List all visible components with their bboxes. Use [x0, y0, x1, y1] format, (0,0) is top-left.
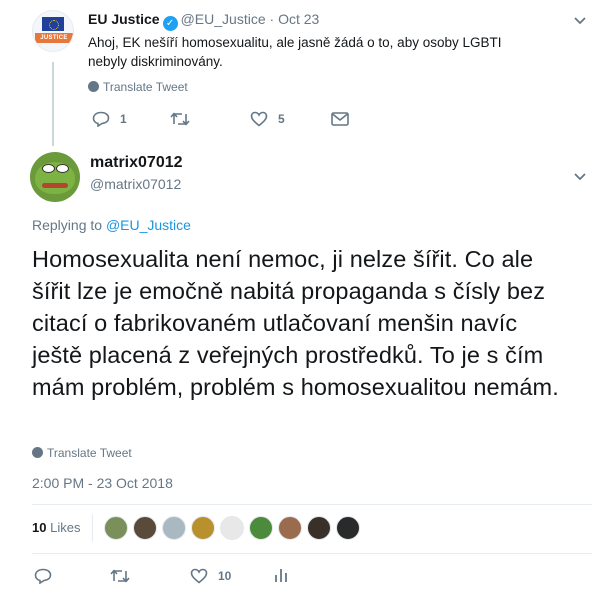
likes-summary[interactable]: 10 Likes: [32, 520, 80, 535]
main-author-name[interactable]: matrix07012: [90, 154, 183, 172]
eu-justice-avatar[interactable]: JUSTICE: [32, 10, 74, 52]
divider: [32, 504, 592, 505]
replying-to: Replying to @EU_Justice: [32, 217, 191, 233]
liker-avatar[interactable]: [162, 516, 186, 540]
thread-connector-line: [52, 62, 54, 146]
main-tweet-text: Homosexualita není nemoc, ji nelze šířit…: [32, 246, 559, 400]
likes-count: 10: [32, 520, 47, 535]
avatar-eye: [42, 164, 55, 173]
parent-tweet-header: EU Justice ✓ @EU_Justice · Oct 23: [88, 11, 319, 31]
liker-avatar[interactable]: [249, 516, 273, 540]
reply-icon: [92, 111, 110, 127]
replying-to-label: Replying to: [32, 217, 103, 233]
parent-dm-button[interactable]: [331, 112, 349, 126]
main-translate-link[interactable]: Translate Tweet: [32, 446, 132, 460]
analytics-button[interactable]: [274, 567, 288, 583]
avatar-logo-text: JUSTICE: [35, 33, 73, 43]
liker-avatar[interactable]: [307, 516, 331, 540]
avatar-eye: [56, 164, 69, 173]
parent-reply-count: 1: [120, 112, 127, 126]
pepe-avatar-face: [35, 162, 75, 194]
replying-to-link[interactable]: @EU_Justice: [106, 217, 191, 233]
retweet-icon: [170, 112, 190, 126]
translate-label: Translate Tweet: [103, 80, 188, 94]
retweet-icon: [110, 569, 130, 583]
parent-retweet-button[interactable]: [170, 111, 200, 127]
analytics-icon: [275, 569, 287, 582]
liker-avatar[interactable]: [336, 516, 360, 540]
liker-avatar[interactable]: [191, 516, 215, 540]
liker-avatar[interactable]: [104, 516, 128, 540]
main-author-handle[interactable]: @matrix07012: [90, 176, 181, 192]
heart-icon: [250, 111, 268, 127]
main-like-button[interactable]: 10: [190, 568, 231, 584]
reply-icon: [34, 568, 52, 584]
translate-label: Translate Tweet: [47, 446, 132, 460]
matrix07012-avatar[interactable]: [30, 152, 80, 202]
parent-translate-link[interactable]: Translate Tweet: [88, 80, 188, 94]
envelope-icon: [331, 112, 349, 126]
main-retweet-button[interactable]: [110, 568, 130, 584]
parent-author-handle[interactable]: @EU_Justice: [181, 11, 266, 27]
parent-tweet-text: Ahoj, EK nešíří homosexualitu, ale jasně…: [88, 35, 502, 69]
likes-label: Likes: [50, 520, 81, 535]
liker-avatar[interactable]: [278, 516, 302, 540]
liker-avatar[interactable]: [220, 516, 244, 540]
liker-avatar[interactable]: [133, 516, 157, 540]
main-reply-button[interactable]: [34, 568, 52, 584]
parent-like-count: 5: [278, 112, 285, 126]
header-separator: ·: [269, 11, 275, 27]
divider: [32, 553, 592, 554]
globe-icon: [88, 81, 99, 92]
parent-author-name[interactable]: EU Justice: [88, 11, 160, 27]
globe-icon: [32, 447, 43, 458]
parent-like-button[interactable]: 5: [250, 111, 285, 127]
parent-tweet-date[interactable]: Oct 23: [278, 11, 319, 27]
parent-reply-button[interactable]: 1: [92, 111, 127, 127]
main-like-count: 10: [218, 569, 232, 583]
chevron-down-icon[interactable]: [574, 12, 586, 30]
chevron-down-icon[interactable]: [574, 168, 586, 186]
likes-separator: [92, 514, 93, 542]
eu-flag-icon: [42, 17, 64, 31]
avatar-mouth: [42, 183, 68, 188]
verified-badge-icon: ✓: [162, 16, 178, 31]
heart-icon: [190, 568, 208, 584]
tweet-timestamp[interactable]: 2:00 PM - 23 Oct 2018: [32, 475, 173, 491]
